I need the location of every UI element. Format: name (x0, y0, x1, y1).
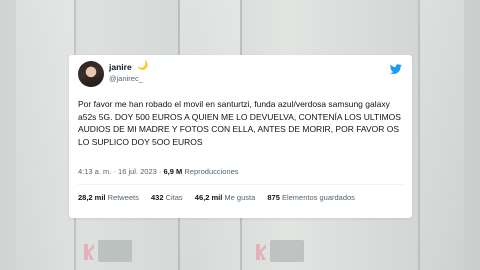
bookmarks-label: Elementos guardados (281, 193, 355, 202)
quotes-count: 432 (150, 193, 164, 202)
background-sign (98, 240, 132, 262)
retweets-stat[interactable]: 28,2 mil Retweets (78, 193, 139, 202)
tweet-card: janire 🌙 @janirec_ Por favor me han roba… (69, 55, 412, 218)
retweets-count: 28,2 mil (78, 193, 106, 202)
views-label: Reproducciones (184, 167, 239, 176)
twitter-bird-icon[interactable] (390, 63, 402, 75)
tweet-time[interactable]: 4:13 a. m. (78, 167, 111, 176)
views-count: 6,9 M (163, 167, 183, 176)
likes-stat[interactable]: 46,2 mil Me gusta (195, 193, 255, 202)
quotes-stat[interactable]: 432 Citas (151, 193, 183, 202)
meta-separator: · (156, 167, 164, 176)
bookmarks-count: 875 (267, 193, 280, 202)
retweets-label: Retweets (107, 193, 139, 202)
likes-label: Me gusta (224, 193, 256, 202)
background-logo-mark (84, 244, 94, 260)
tweet-stats: 28,2 mil Retweets 432 Citas 46,2 mil Me … (78, 193, 365, 202)
avatar[interactable] (78, 61, 104, 87)
background-window-panel (418, 0, 464, 270)
quotes-label: Citas (165, 193, 183, 202)
tweet-text: Por favor me han robado el movil en sant… (78, 99, 401, 147)
tweet-meta: 4:13 a. m. · 16 jul. 2023 · 6,9 M Reprod… (78, 167, 239, 176)
moon-icon: 🌙 (137, 60, 149, 70)
user-handle[interactable]: @janirec_ (109, 74, 143, 83)
background-sign (270, 240, 304, 262)
tweet-date[interactable]: 16 jul. 2023 (118, 167, 157, 176)
background-logo-mark (256, 244, 266, 260)
likes-count: 46,2 mil (194, 193, 223, 202)
background-window-panel (16, 0, 76, 270)
bookmarks-stat[interactable]: 875 Elementos guardados (267, 193, 355, 202)
divider (78, 184, 403, 185)
user-name[interactable]: janire (109, 62, 132, 72)
